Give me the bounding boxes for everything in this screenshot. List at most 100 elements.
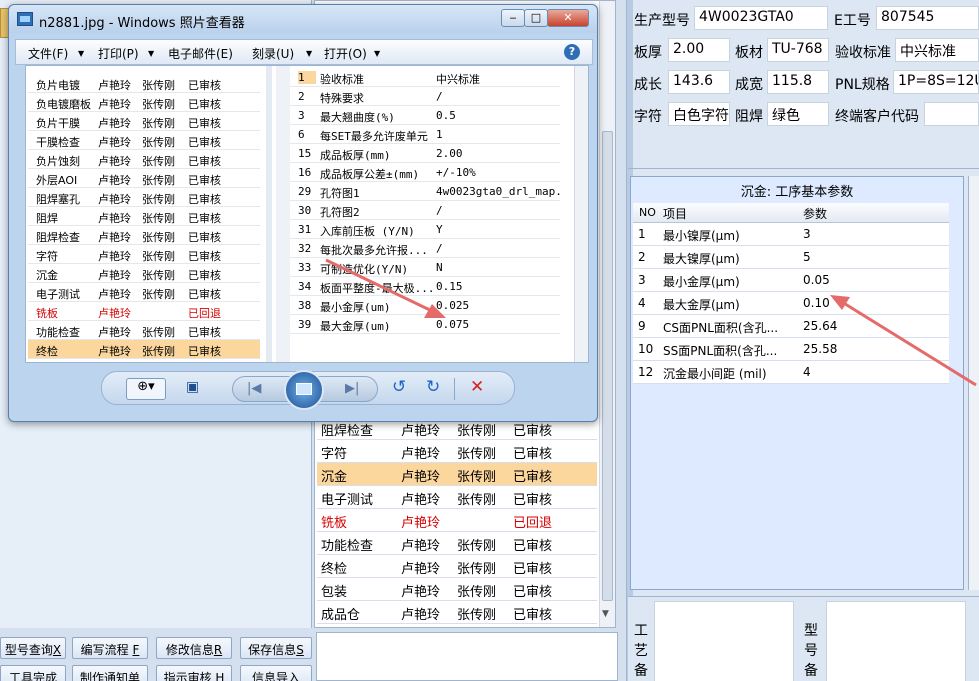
model-remark-field[interactable]	[826, 601, 966, 681]
param-no: 2	[638, 250, 646, 264]
minimize-icon[interactable]: ‒	[501, 9, 525, 27]
rotate-left-icon[interactable]: ↺	[392, 377, 406, 397]
model-field[interactable]: 4W0023GTA0	[694, 6, 828, 30]
process-row[interactable]: 字符 卢艳玲 张传刚 已审核	[317, 440, 597, 463]
process-name: 干膜检查	[36, 136, 80, 149]
process-checker: 张传刚	[142, 250, 175, 263]
process-name: 功能检查	[321, 539, 374, 554]
pnl-field[interactable]: 1P=8S=12U	[893, 70, 979, 94]
process-name: 负片干膜	[36, 117, 80, 130]
make-notice-button[interactable]: 制作通知单	[72, 665, 148, 681]
scroll-down-arrow-icon[interactable]: ▼	[602, 609, 609, 619]
approve-button[interactable]: 指示审核 H	[156, 665, 232, 681]
process-name: 功能检查	[36, 326, 80, 339]
process-row[interactable]: 功能检查 卢艳玲 张传刚 已审核	[317, 532, 597, 555]
next-icon[interactable]: ▶|	[345, 381, 359, 396]
slideshow-icon[interactable]	[284, 370, 324, 410]
import-button[interactable]: 信息导入	[240, 665, 312, 681]
notes-box[interactable]	[316, 632, 618, 681]
process-status: 已审核	[513, 562, 553, 577]
scrollbar-thumb[interactable]	[602, 131, 613, 601]
e-no-field[interactable]: 807545	[876, 6, 979, 30]
process-name: 阻焊塞孔	[36, 193, 80, 206]
process-name: 终检	[321, 562, 348, 577]
length-field[interactable]: 143.6	[668, 70, 730, 94]
previous-icon[interactable]: |◀	[247, 381, 261, 396]
image-process-row: 负片干膜 卢艳玲 张传刚 已审核	[28, 112, 260, 131]
param-name: 孔符图1	[320, 187, 360, 200]
menu-burn[interactable]: 刻录(U)	[252, 45, 294, 62]
menu-file[interactable]: 文件(F)	[28, 45, 68, 62]
rotate-right-icon[interactable]: ↻	[426, 377, 440, 397]
actual-size-icon[interactable]: ▣	[186, 379, 199, 395]
menu-print[interactable]: 打印(P)	[98, 45, 139, 62]
process-name: 铣板	[36, 307, 58, 320]
chevron-down-icon[interactable]: ▼	[306, 49, 312, 58]
maximize-icon[interactable]: □	[524, 9, 548, 27]
process-status: 已审核	[188, 288, 221, 301]
chevron-down-icon[interactable]: ▼	[374, 49, 380, 58]
model-label: 生产型号	[634, 13, 690, 29]
param-no: 3	[638, 273, 646, 287]
modify-info-button[interactable]: 修改信息R	[156, 637, 232, 659]
material-field[interactable]: TU-768	[767, 38, 829, 62]
process-person: 卢艳玲	[98, 250, 131, 263]
image-process-row: 终检 卢艳玲 张传刚 已审核	[28, 340, 260, 359]
process-checker: 张传刚	[457, 424, 497, 439]
width-field[interactable]: 115.8	[767, 70, 829, 94]
process-person: 卢艳玲	[98, 117, 131, 130]
process-row[interactable]: 包装 卢艳玲 张传刚 已审核	[317, 578, 597, 601]
delete-icon[interactable]: ✕	[470, 377, 484, 397]
process-row[interactable]: 终检 卢艳玲 张传刚 已审核	[317, 555, 597, 578]
image-process-row: 阻焊塞孔 卢艳玲 张传刚 已审核	[28, 188, 260, 207]
process-checker: 张传刚	[142, 269, 175, 282]
chevron-down-icon[interactable]: ▼	[148, 49, 154, 58]
process-checker: 张传刚	[142, 193, 175, 206]
param-panel-title: 沉金: 工序基本参数	[740, 185, 854, 200]
process-row[interactable]: 电子测试 卢艳玲 张传刚 已审核	[317, 486, 597, 509]
param-no: 2	[298, 90, 305, 103]
thickness-field[interactable]: 2.00	[668, 38, 730, 62]
zoom-icon[interactable]: ⊕▾	[126, 378, 166, 400]
annotation-arrow-image	[325, 258, 446, 318]
param-row[interactable]: 2 最大镍厚(μm) 5	[633, 246, 949, 269]
param-no: 6	[298, 128, 305, 141]
viewer-titlebar[interactable]: n2881.jpg - Windows 照片查看器 ‒ □ ✕	[9, 5, 597, 33]
process-list: 阻焊检查卢艳玲 张传刚已审核 字符 卢艳玲 张传刚 已审核 沉金 卢艳玲 张传刚 已审核 电子测试卢…	[317, 417, 599, 627]
image-process-row: 外层AOI 卢艳玲 张传刚 已审核	[28, 169, 260, 188]
tool-done-button[interactable]: 工具完成	[0, 665, 66, 681]
param-row[interactable]: 1 最小镍厚(μm) 3	[633, 223, 949, 246]
character-field[interactable]: 白色字符	[668, 102, 730, 126]
param-no: 29	[298, 185, 312, 198]
annotation-arrow-right	[830, 295, 977, 387]
process-person: 卢艳玲	[401, 562, 441, 577]
image-process-row: 功能检查 卢艳玲 张传刚 已审核	[28, 321, 260, 340]
close-icon[interactable]: ✕	[547, 9, 589, 27]
standard-field[interactable]: 中兴标准	[895, 38, 979, 62]
process-person: 卢艳玲	[98, 174, 131, 187]
process-row[interactable]: 成品仓 卢艳玲 张传刚 已审核	[317, 601, 597, 624]
process-name: 阻焊检查	[321, 424, 374, 439]
customer-code-field[interactable]	[924, 102, 979, 126]
process-list-scrollbar[interactable]: ▼	[599, 1, 615, 627]
save-info-button[interactable]: 保存信息S	[240, 637, 312, 659]
menu-email[interactable]: 电子邮件(E)	[168, 45, 233, 62]
image-param-row: 31 入库前压板 (Y/N) Y	[290, 220, 560, 239]
menu-open[interactable]: 打开(O)	[324, 45, 367, 62]
param-value: 4	[803, 365, 811, 379]
process-checker: 张传刚	[142, 79, 175, 92]
solder-mask-field[interactable]: 绿色	[767, 102, 829, 126]
param-no: 32	[298, 242, 312, 255]
edit-flow-button[interactable]: 编写流程 F	[72, 637, 148, 659]
model-query-button[interactable]: 型号查询X	[0, 637, 66, 659]
process-status: 已审核	[513, 539, 553, 554]
param-no: 12	[638, 365, 654, 379]
process-row[interactable]: 沉金 卢艳玲 张传刚 已审核	[317, 463, 597, 486]
param-value: 1	[436, 128, 443, 141]
help-icon[interactable]: ?	[564, 44, 580, 60]
param-value: 中兴标准	[436, 73, 480, 86]
process-remark-field[interactable]	[654, 601, 794, 681]
process-name: 外层AOI	[36, 174, 78, 187]
process-row[interactable]: 铣板 卢艳玲 已回退	[317, 509, 597, 532]
chevron-down-icon[interactable]: ▼	[78, 49, 84, 58]
